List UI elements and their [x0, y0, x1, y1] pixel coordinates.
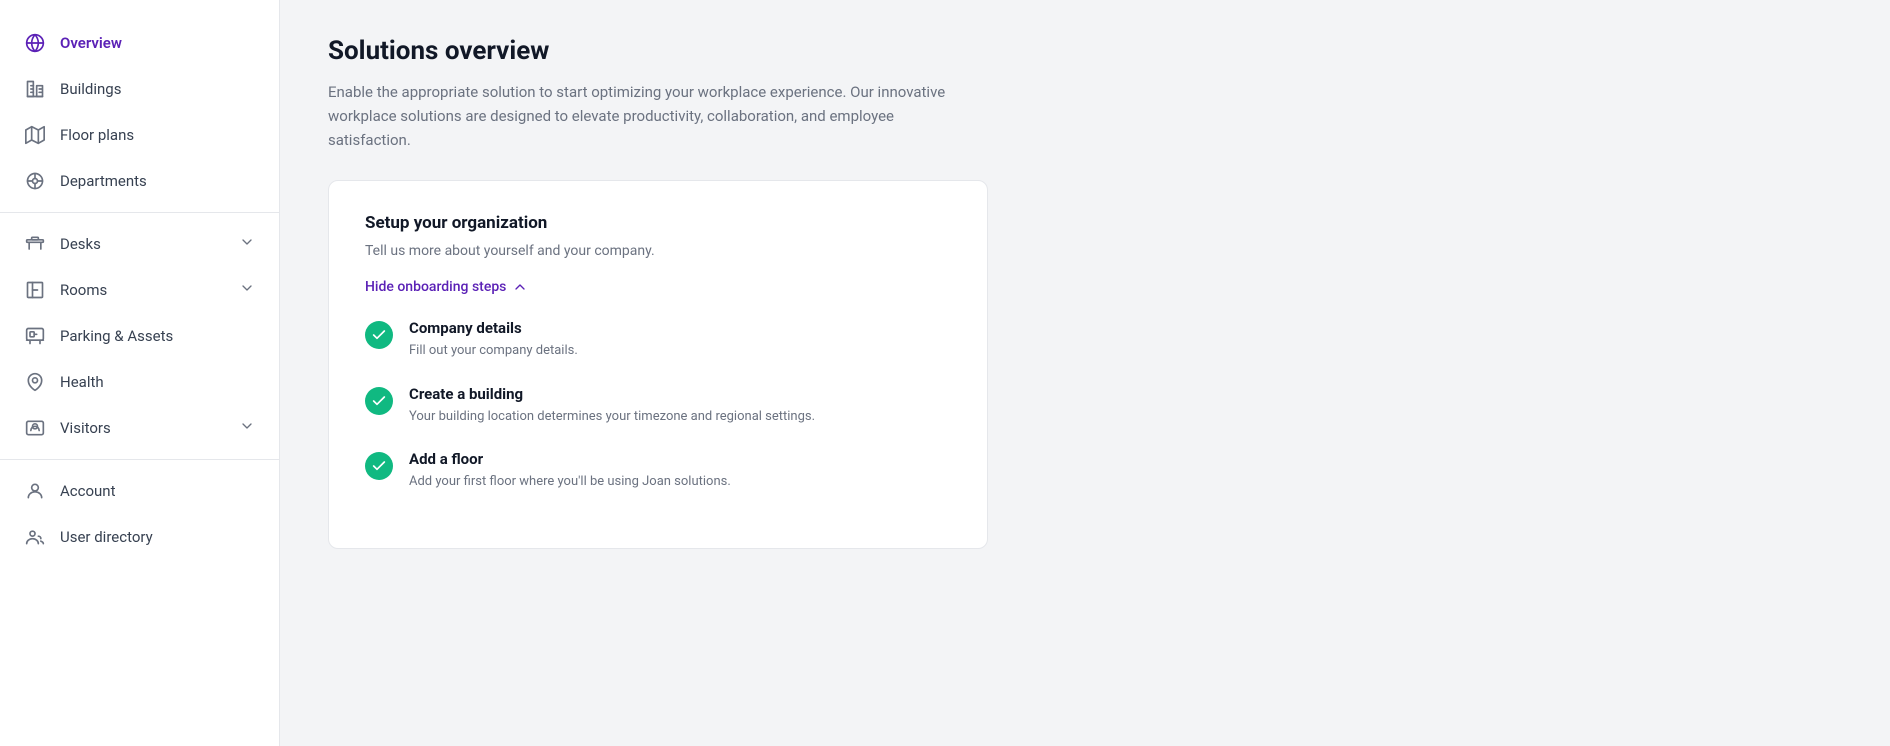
sidebar: Overview Buildings Floor — [0, 0, 280, 746]
sidebar-item-label-desks: Desks — [60, 235, 225, 253]
step-content-building: Create a building Your building location… — [409, 385, 815, 427]
visitors-icon — [24, 417, 46, 439]
step-completed-icon-company — [365, 321, 393, 349]
health-icon — [24, 371, 46, 393]
sidebar-item-desks[interactable]: Desks — [0, 221, 279, 267]
sidebar-item-rooms[interactable]: Rooms — [0, 267, 279, 313]
sidebar-item-overview[interactable]: Overview — [0, 20, 279, 66]
chevron-up-icon — [512, 279, 528, 295]
sidebar-item-parking-assets[interactable]: Parking & Assets — [0, 313, 279, 359]
hide-onboarding-label: Hide onboarding steps — [365, 279, 506, 295]
parking-icon — [24, 325, 46, 347]
sidebar-item-floor-plans[interactable]: Floor plans — [0, 112, 279, 158]
sidebar-item-label-buildings: Buildings — [60, 80, 255, 98]
sidebar-item-label-visitors: Visitors — [60, 419, 225, 437]
sidebar-item-label-floor-plans: Floor plans — [60, 126, 255, 144]
step-content-floor: Add a floor Add your first floor where y… — [409, 450, 731, 492]
check-icon — [371, 393, 387, 409]
sidebar-item-label-overview: Overview — [60, 34, 255, 52]
setup-card: Setup your organization Tell us more abo… — [328, 180, 988, 549]
step-add-floor: Add a floor Add your first floor where y… — [365, 450, 951, 492]
step-desc-company: Fill out your company details. — [409, 341, 578, 361]
departments-icon — [24, 170, 46, 192]
account-icon — [24, 480, 46, 502]
sidebar-item-label-parking-assets: Parking & Assets — [60, 327, 255, 345]
sidebar-item-visitors[interactable]: Visitors — [0, 405, 279, 451]
step-content-company: Company details Fill out your company de… — [409, 319, 578, 361]
sidebar-item-label-account: Account — [60, 482, 255, 500]
sidebar-item-departments[interactable]: Departments — [0, 158, 279, 204]
globe-icon — [24, 32, 46, 54]
page-title: Solutions overview — [328, 36, 1842, 66]
page-description: Enable the appropriate solution to start… — [328, 80, 968, 152]
step-company-details: Company details Fill out your company de… — [365, 319, 951, 361]
step-desc-floor: Add your first floor where you'll be usi… — [409, 472, 731, 492]
sidebar-item-user-directory[interactable]: User directory — [0, 514, 279, 560]
check-icon — [371, 458, 387, 474]
chevron-down-icon-visitors — [239, 418, 255, 438]
check-icon — [371, 327, 387, 343]
sidebar-item-label-health: Health — [60, 373, 255, 391]
hide-onboarding-link[interactable]: Hide onboarding steps — [365, 279, 951, 295]
chevron-down-icon-desks — [239, 234, 255, 254]
main-content: Solutions overview Enable the appropriat… — [280, 0, 1890, 746]
step-desc-building: Your building location determines your t… — [409, 407, 815, 427]
sidebar-item-label-user-directory: User directory — [60, 528, 255, 546]
user-directory-icon — [24, 526, 46, 548]
buildings-icon — [24, 78, 46, 100]
sidebar-divider-1 — [0, 212, 279, 213]
setup-card-subtitle: Tell us more about yourself and your com… — [365, 243, 951, 259]
rooms-icon — [24, 279, 46, 301]
step-name-company: Company details — [409, 319, 578, 337]
map-icon — [24, 124, 46, 146]
step-completed-icon-building — [365, 387, 393, 415]
sidebar-item-health[interactable]: Health — [0, 359, 279, 405]
sidebar-item-account[interactable]: Account — [0, 468, 279, 514]
step-create-building: Create a building Your building location… — [365, 385, 951, 427]
sidebar-item-buildings[interactable]: Buildings — [0, 66, 279, 112]
step-name-floor: Add a floor — [409, 450, 731, 468]
chevron-down-icon-rooms — [239, 280, 255, 300]
sidebar-divider-2 — [0, 459, 279, 460]
step-completed-icon-floor — [365, 452, 393, 480]
desks-icon — [24, 233, 46, 255]
sidebar-item-label-rooms: Rooms — [60, 281, 225, 299]
step-name-building: Create a building — [409, 385, 815, 403]
setup-card-title: Setup your organization — [365, 213, 951, 233]
sidebar-item-label-departments: Departments — [60, 172, 255, 190]
